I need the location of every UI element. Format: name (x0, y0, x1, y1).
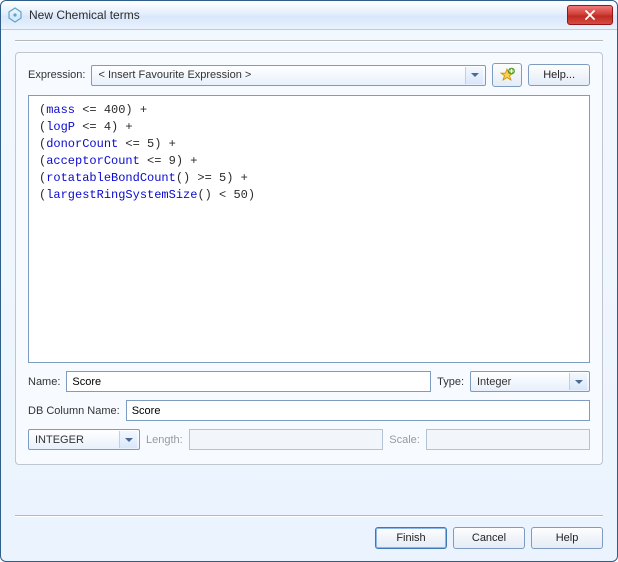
main-panel: Expression: < Insert Favourite Expressio… (15, 52, 603, 465)
window-title: New Chemical terms (29, 8, 567, 22)
editor-line: (mass <= 400) + (39, 102, 579, 119)
length-input (189, 429, 384, 450)
dialog-window: New Chemical terms Expression: < Insert … (0, 0, 618, 562)
name-input[interactable]: Score (66, 371, 431, 392)
editor-line: (donorCount <= 5) + (39, 136, 579, 153)
type-value: Integer (477, 376, 569, 388)
divider (15, 515, 603, 517)
cancel-label: Cancel (472, 532, 506, 544)
favourite-add-icon (499, 67, 515, 83)
dbcolumn-value: Score (132, 405, 161, 417)
editor-line: (largestRingSystemSize() < 50) (39, 187, 579, 204)
name-label: Name: (28, 376, 60, 388)
help-button[interactable]: Help (531, 527, 603, 549)
expression-label: Expression: (28, 69, 85, 81)
dbtype-value: INTEGER (35, 434, 119, 446)
add-favourite-button[interactable] (492, 63, 522, 87)
length-label: Length: (146, 434, 183, 446)
app-icon (7, 7, 23, 23)
footer-buttons: Finish Cancel Help (15, 527, 603, 549)
titlebar: New Chemical terms (1, 1, 617, 30)
expression-editor[interactable]: (mass <= 400) +(logP <= 4) +(donorCount … (28, 95, 590, 363)
close-button[interactable] (567, 5, 613, 25)
footer: Finish Cancel Help (1, 505, 617, 561)
close-icon (585, 10, 595, 20)
help-label: Help (556, 532, 579, 544)
editor-line: (rotatableBondCount() >= 5) + (39, 170, 579, 187)
help-expressions-label: Help... (543, 69, 575, 81)
expression-row: Expression: < Insert Favourite Expressio… (28, 63, 590, 87)
cancel-button[interactable]: Cancel (453, 527, 525, 549)
dbtype-dropdown[interactable]: INTEGER (28, 429, 140, 450)
content-area: Expression: < Insert Favourite Expressio… (1, 30, 617, 505)
chevron-down-icon (569, 373, 587, 390)
editor-line: (acceptorCount <= 9) + (39, 153, 579, 170)
dbcolumn-input[interactable]: Score (126, 400, 590, 421)
divider (15, 40, 603, 42)
scale-input (426, 429, 590, 450)
dbtype-row: INTEGER Length: Scale: (28, 429, 590, 450)
name-value: Score (72, 376, 101, 388)
type-dropdown[interactable]: Integer (470, 371, 590, 392)
type-label: Type: (437, 376, 464, 388)
expression-dropdown-text: < Insert Favourite Expression > (98, 69, 465, 81)
editor-line: (logP <= 4) + (39, 119, 579, 136)
dbcolumn-row: DB Column Name: Score (28, 400, 590, 421)
scale-label: Scale: (389, 434, 420, 446)
chevron-down-icon (465, 67, 483, 84)
finish-button[interactable]: Finish (375, 527, 447, 549)
chevron-down-icon (119, 431, 137, 448)
finish-label: Finish (396, 532, 425, 544)
name-type-row: Name: Score Type: Integer (28, 371, 590, 392)
dbcolumn-label: DB Column Name: (28, 405, 120, 417)
expression-dropdown[interactable]: < Insert Favourite Expression > (91, 65, 486, 86)
help-expressions-button[interactable]: Help... (528, 64, 590, 86)
